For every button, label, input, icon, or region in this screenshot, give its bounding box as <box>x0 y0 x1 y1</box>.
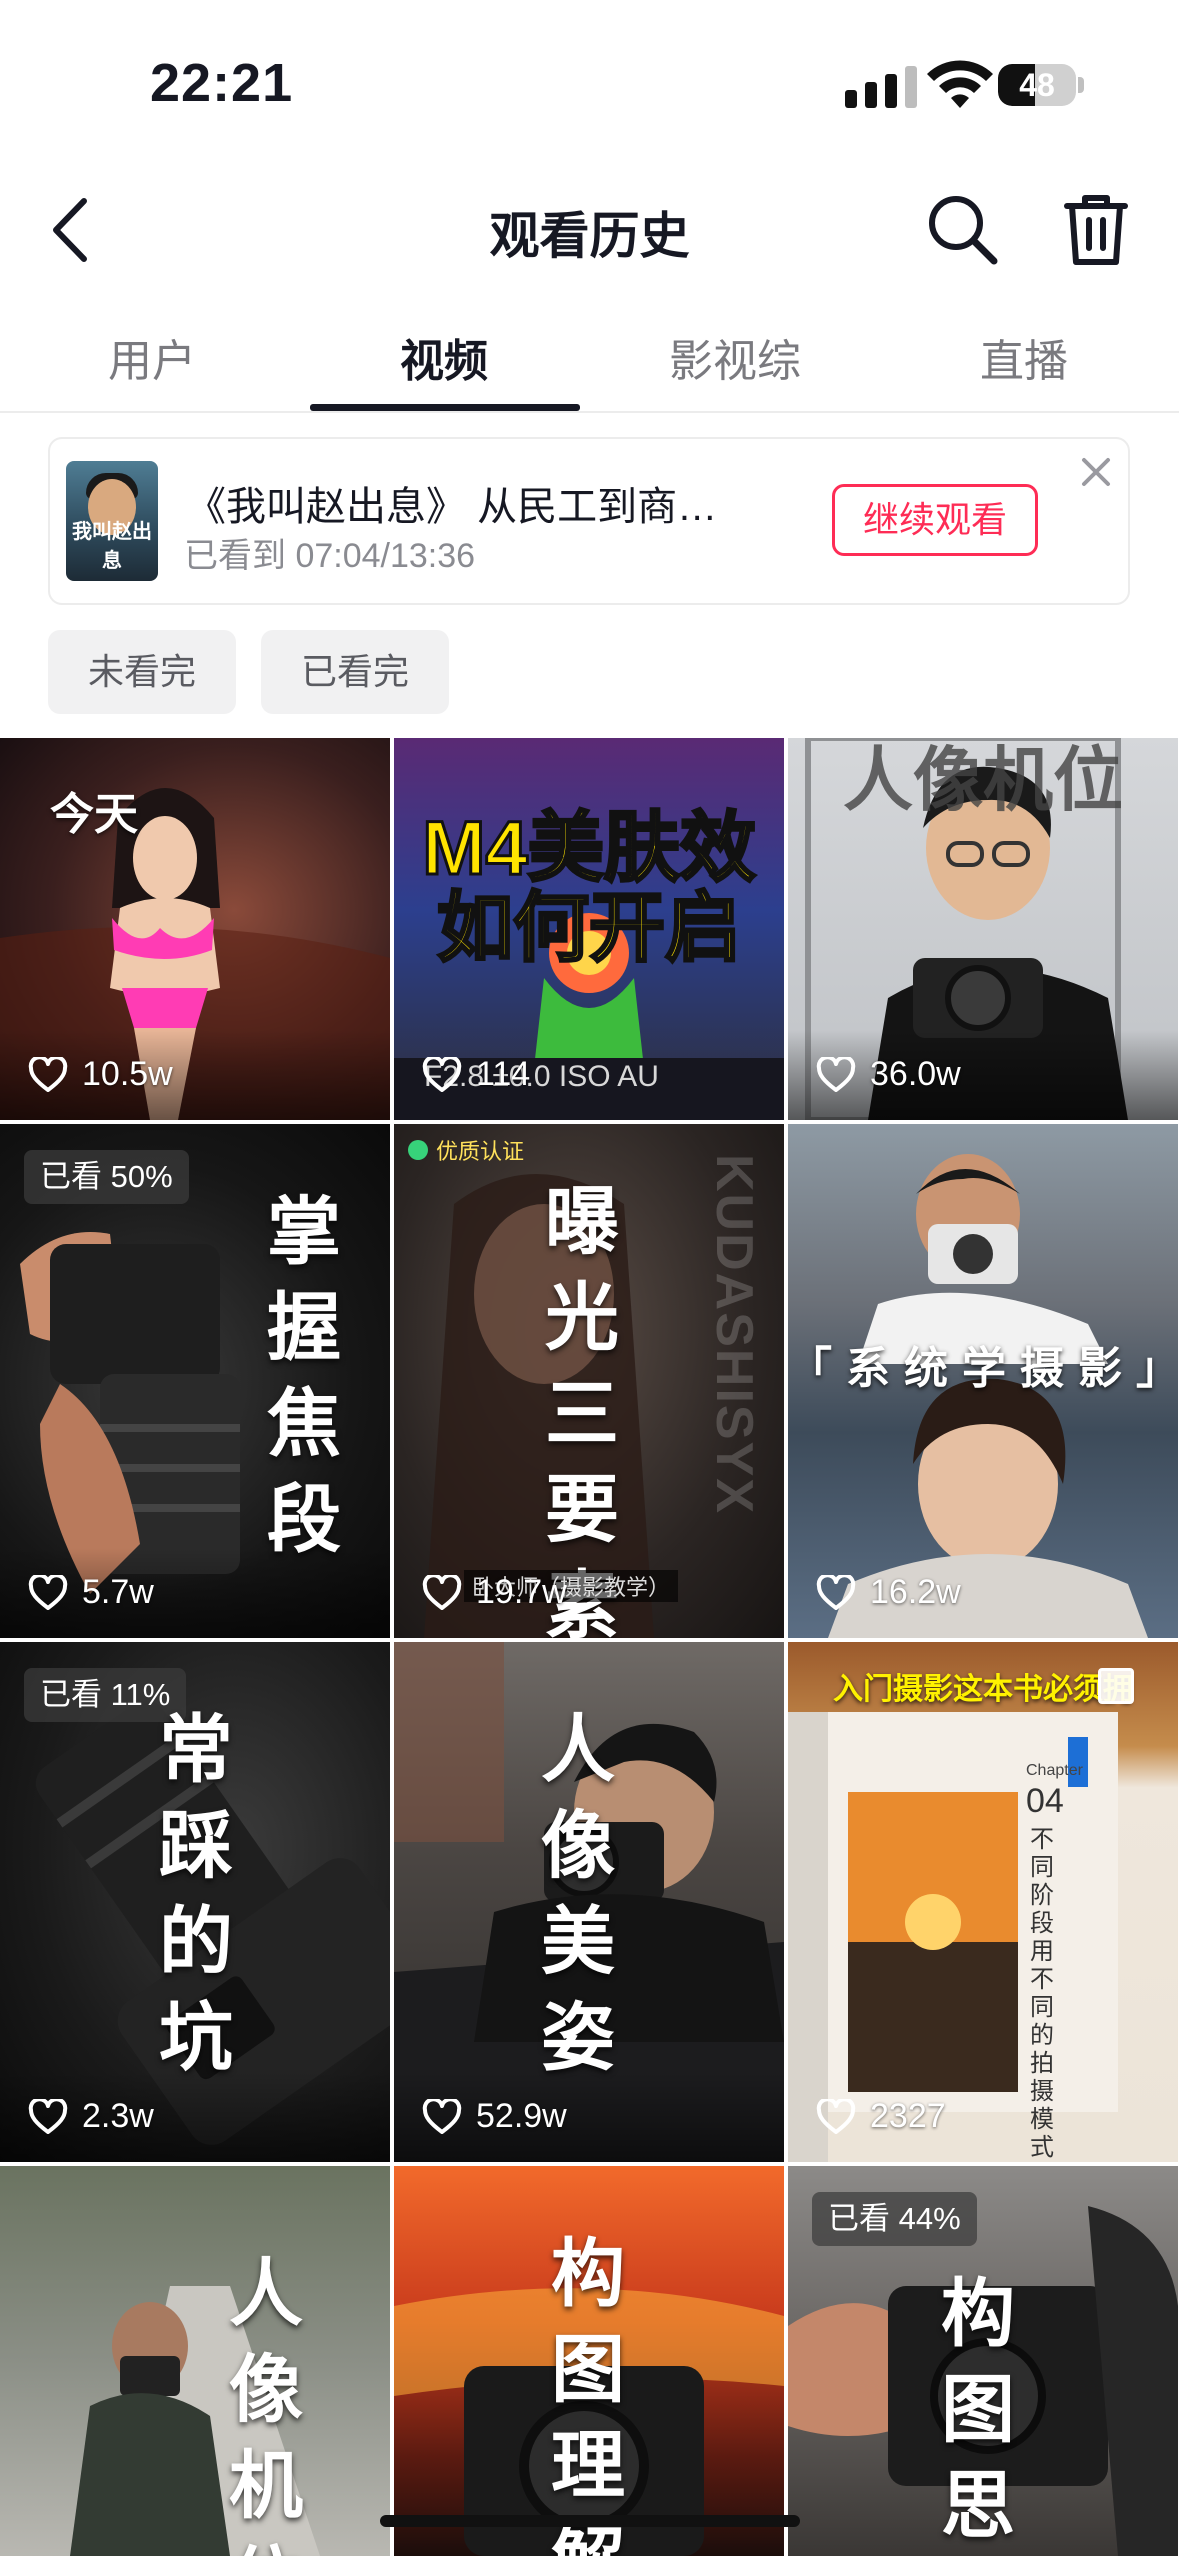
watched-progress-badge: 已看 50% <box>24 1150 189 1204</box>
like-count: 19.7w <box>422 1573 567 1612</box>
battery-icon: 48 <box>998 64 1076 106</box>
battery-level: 48 <box>1019 67 1055 103</box>
drama-title: 《我叫赵出息》 从民工到商… <box>186 485 718 529</box>
like-count: 52.9w <box>422 2097 567 2136</box>
video-overlay-title: 曝光三要素 <box>545 1180 619 1638</box>
video-tile[interactable]: 人像机位 36.0w <box>788 738 1178 1120</box>
book-chapter-number: 04 <box>1026 1782 1064 1820</box>
video-tile[interactable]: 构图理解 <box>394 2166 784 2556</box>
heart-icon <box>422 2098 462 2134</box>
video-tile[interactable]: 人像机位 <box>0 2166 390 2556</box>
video-overlay-title: 构图理解 <box>551 2232 625 2556</box>
video-overlay-title: 人像机位 <box>843 741 1123 819</box>
filter-finished[interactable]: 已看完 <box>261 630 449 714</box>
filter-unfinished[interactable]: 未看完 <box>48 630 236 714</box>
video-tile[interactable]: 「系统学摄影」 16.2w <box>788 1124 1178 1638</box>
watermark-text: KUDASHISYX <box>705 1154 763 1515</box>
watched-progress-badge: 已看 44% <box>812 2192 977 2246</box>
video-overlay-title: 人像美姿 <box>541 1708 615 2079</box>
tab-film-tv[interactable]: 影视综 <box>635 325 835 389</box>
heart-icon <box>816 1574 856 1610</box>
quality-certified-badge: 优质认证 <box>408 1134 524 1166</box>
like-count-value: 10.5w <box>82 1055 173 1093</box>
battery-nub <box>1078 77 1084 93</box>
page-title: 观看历史 <box>489 208 690 264</box>
like-count-value: 2.3w <box>82 2097 154 2135</box>
search-icon[interactable] <box>925 192 999 266</box>
like-count-value: 52.9w <box>476 2097 567 2135</box>
video-overlay-title: 「系统学摄影」 <box>788 1344 1178 1393</box>
heart-icon <box>28 2098 68 2134</box>
heart-icon <box>816 2098 856 2134</box>
like-count-value: 5.7w <box>82 1573 154 1611</box>
like-count: 16.2w <box>816 1573 961 1612</box>
like-count-value: 16.2w <box>870 1573 961 1611</box>
active-tab-indicator <box>310 404 580 411</box>
like-count-value: 19.7w <box>476 1573 567 1611</box>
heart-icon <box>28 1574 68 1610</box>
like-count: 5.7w <box>28 1573 154 1612</box>
quality-certified-label: 优质认证 <box>436 1139 525 1164</box>
date-section-label: 今天 <box>50 790 138 839</box>
heart-icon <box>816 1056 856 1092</box>
video-overlay-title: 构图思维 <box>941 2272 1015 2547</box>
video-tile[interactable]: 已看 50% 掌握焦段 5.7w <box>0 1124 390 1638</box>
like-count-value: 114 <box>476 1055 531 1093</box>
cellular-signal-icon <box>845 66 917 108</box>
video-tile[interactable]: 人像美姿 52.9w <box>394 1642 784 2162</box>
heart-icon <box>422 1056 462 1092</box>
video-thumbnail <box>788 1712 1118 2162</box>
like-count: 10.5w <box>28 1055 173 1094</box>
like-count: 36.0w <box>816 1055 961 1094</box>
like-count-value: 36.0w <box>870 1055 961 1093</box>
tabs-divider <box>0 411 1179 413</box>
book-page-text: 不同阶段用不同的拍摄模式 <box>1030 1826 1054 2161</box>
video-tile[interactable]: 今天 10.5w <box>0 738 390 1120</box>
video-tile[interactable]: 入门摄影这本书必须拥 Chapter 04 不同阶段用不同的拍摄模式 2327 <box>788 1642 1178 2162</box>
tab-users[interactable]: 用户 <box>52 325 252 389</box>
tab-videos[interactable]: 视频 <box>344 325 544 389</box>
drama-poster: 我叫赵出息 <box>66 461 158 581</box>
video-overlay-subtitle: 如何开启 <box>436 885 743 973</box>
like-count: 2327 <box>816 2097 946 2136</box>
video-overlay-title: 人像机位 <box>229 2252 303 2556</box>
home-indicator[interactable] <box>380 2515 800 2527</box>
status-time: 22:21 <box>150 53 294 113</box>
video-tile[interactable]: 优质认证 曝光三要素 KUDASHISYX 卧大师（摄影教学） 19.7w <box>394 1124 784 1638</box>
trash-icon[interactable] <box>1063 192 1129 268</box>
video-tile[interactable]: 已看 44% 构图思维 <box>788 2166 1178 2556</box>
like-count: 2.3w <box>28 2097 154 2136</box>
video-thumbnail <box>70 2286 320 2556</box>
like-count-value: 2327 <box>870 2097 946 2135</box>
video-overlay-title: 掌握焦段 <box>267 1190 341 1561</box>
video-tile[interactable]: 已看 11% 常踩的坑 2.3w <box>0 1642 390 2162</box>
heart-icon <box>422 1574 462 1610</box>
close-icon[interactable] <box>1076 452 1116 492</box>
continue-watching-button[interactable]: 继续观看 <box>832 484 1038 556</box>
video-overlay-title: 常踩的坑 <box>159 1708 233 2079</box>
wifi-icon <box>927 60 993 108</box>
video-tile[interactable]: M4美肤效 如何开启 F2.8 ±0.0 ISO AU 114 <box>394 738 784 1120</box>
check-icon <box>408 1140 428 1160</box>
heart-icon <box>28 1056 68 1092</box>
like-count: 114 <box>422 1055 530 1094</box>
tab-live[interactable]: 直播 <box>924 325 1124 389</box>
book-chapter-label: Chapter <box>1026 1762 1083 1779</box>
poster-title: 我叫赵出息 <box>72 521 152 572</box>
watch-progress: 已看到 07:04/13:36 <box>184 537 476 575</box>
bookmark-icon <box>1098 1668 1134 1704</box>
